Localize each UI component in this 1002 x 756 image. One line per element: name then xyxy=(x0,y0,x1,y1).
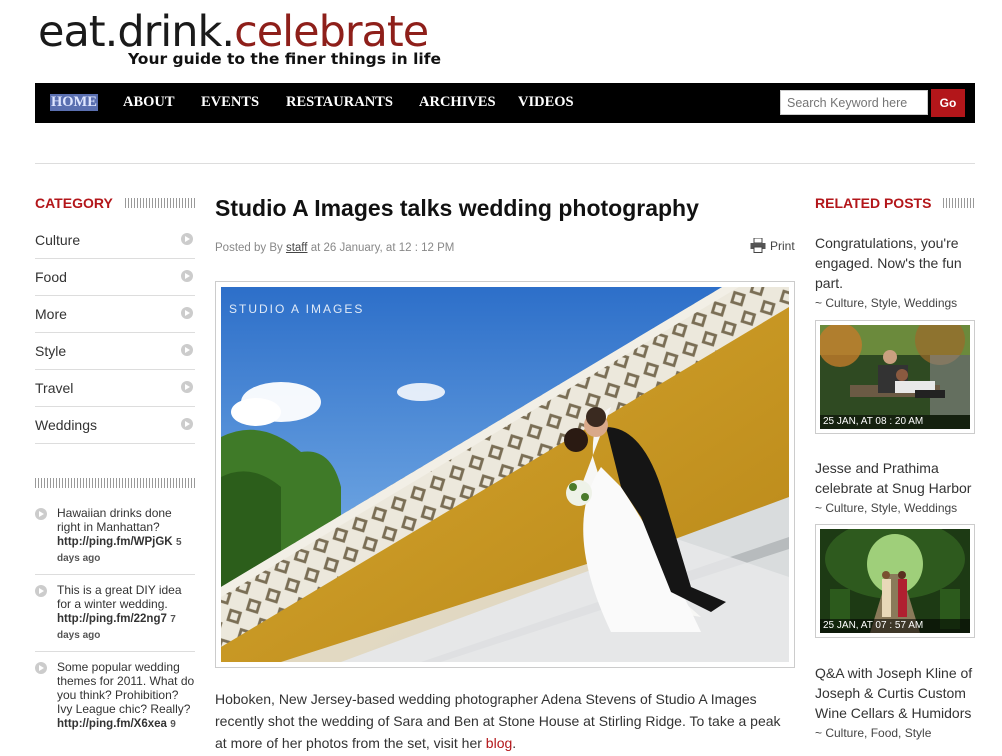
related-post-item: Q&A with Joseph Kline of Joseph & Curtis… xyxy=(815,663,977,743)
related-post-categories: ~ Culture, Style, Weddings xyxy=(815,296,958,310)
tweet-item: Some popular wedding themes for 2011. Wh… xyxy=(35,660,195,740)
category-item-style[interactable]: Style xyxy=(35,333,195,370)
thumbnail-date: 25 JAN, AT 08 : 20 AM xyxy=(820,415,970,429)
post-meta: Posted by By staff at 26 January, at 12 … xyxy=(215,242,454,254)
tweet-item: Hawaiian drinks done right in Manhattan?… xyxy=(35,506,195,575)
nav-archives[interactable]: ARCHIVES xyxy=(419,94,496,111)
site-tagline: Your guide to the finer things in life xyxy=(128,50,441,68)
category-item-culture[interactable]: Culture xyxy=(35,222,195,259)
tweets-hatch xyxy=(35,478,195,488)
related-post-item: Jesse and Prathima celebrate at Snug Har… xyxy=(815,458,977,518)
related-post-thumbnail[interactable]: 25 JAN, AT 07 : 57 AM xyxy=(815,524,975,638)
related-post-thumbnail[interactable]: 25 JAN, AT 08 : 20 AM xyxy=(815,320,975,434)
twitter-feed: Hawaiian drinks done right in Manhattan?… xyxy=(35,506,195,748)
search-go-button[interactable]: Go xyxy=(931,89,965,117)
tweet-link[interactable]: http://ping.fm/X6xea xyxy=(57,718,167,730)
related-post-item: Congratulations, you're engaged. Now's t… xyxy=(815,233,977,313)
nav-restaurants[interactable]: RESTAURANTS xyxy=(286,94,393,111)
category-label: More xyxy=(35,306,67,322)
print-button[interactable]: Print xyxy=(750,237,795,256)
main-nav: HOME ABOUT EVENTS RESTAURANTS ARCHIVES V… xyxy=(35,83,975,123)
category-item-more[interactable]: More xyxy=(35,296,195,333)
arrow-bullet-icon xyxy=(181,270,193,282)
category-label: Travel xyxy=(35,380,74,396)
printer-icon xyxy=(750,237,766,256)
tweet-text: Some popular wedding themes for 2011. Wh… xyxy=(57,660,195,716)
tweet-age-number: 5 xyxy=(175,537,182,548)
arrow-bullet-icon xyxy=(181,381,193,393)
related-post-categories: ~ Culture, Style, Weddings xyxy=(815,501,958,515)
site-logo[interactable]: eat.drink.celebrate Your guide to the fi… xyxy=(38,8,441,68)
tweet-age-number: 9 xyxy=(170,719,176,730)
arrow-bullet-icon xyxy=(181,233,193,245)
category-list: Culture Food More Style Travel Weddings xyxy=(35,222,195,444)
nav-home[interactable]: HOME xyxy=(50,94,98,111)
garden-couple-photo xyxy=(820,529,970,633)
photo-watermark: STUDIO A IMAGES xyxy=(229,302,364,316)
related-post-title[interactable]: Q&A with Joseph Kline of Joseph & Curtis… xyxy=(815,663,977,723)
post-meta-prefix: Posted by By xyxy=(215,242,283,254)
category-heading: CATEGORY xyxy=(35,195,113,211)
arrow-bullet-icon xyxy=(35,508,47,520)
tweet-age-unit: days ago xyxy=(57,553,101,564)
header-divider xyxy=(35,163,975,164)
category-item-food[interactable]: Food xyxy=(35,259,195,296)
arrow-bullet-icon xyxy=(35,662,47,674)
arrow-bullet-icon xyxy=(181,418,193,430)
post-author-link[interactable]: staff xyxy=(286,242,308,254)
tweet-text: This is a great DIY idea for a winter we… xyxy=(57,583,182,611)
category-item-weddings[interactable]: Weddings xyxy=(35,407,195,444)
tweet-age-unit: days ago xyxy=(57,630,101,641)
search-input[interactable] xyxy=(780,90,928,115)
tweet-age-number: 7 xyxy=(170,614,176,625)
related-post-title[interactable]: Jesse and Prathima celebrate at Snug Har… xyxy=(815,458,977,498)
arrow-bullet-icon xyxy=(181,307,193,319)
tweet-link[interactable]: http://ping.fm/WPjGK xyxy=(57,536,173,548)
thumbnail-date: 25 JAN, AT 07 : 57 AM xyxy=(820,619,970,633)
nav-videos[interactable]: VIDEOS xyxy=(518,94,574,111)
nav-events[interactable]: EVENTS xyxy=(201,94,259,111)
category-label: Style xyxy=(35,343,67,359)
tweet-item: This is a great DIY idea for a winter we… xyxy=(35,583,195,652)
post-date: at 26 January, at 12 : 12 PM xyxy=(310,242,455,254)
blog-link[interactable]: blog xyxy=(486,735,512,751)
tweet-link[interactable]: http://ping.fm/22ng7 xyxy=(57,613,167,625)
category-item-travel[interactable]: Travel xyxy=(35,370,195,407)
heading-hatch xyxy=(125,198,195,208)
post-title[interactable]: Studio A Images talks wedding photograph… xyxy=(215,195,699,222)
nav-about[interactable]: ABOUT xyxy=(123,94,175,111)
post-photo: STUDIO A IMAGES xyxy=(215,281,795,668)
wedding-couple-photo: STUDIO A IMAGES xyxy=(221,287,789,662)
post-body-end: . xyxy=(512,735,517,751)
category-label: Weddings xyxy=(35,417,98,433)
tweet-text: Hawaiian drinks done right in Manhattan? xyxy=(57,506,172,534)
related-posts-heading: RELATED POSTS xyxy=(815,195,932,211)
print-label: Print xyxy=(770,239,795,254)
post-body: Hoboken, New Jersey-based wedding photog… xyxy=(215,688,795,754)
category-label: Food xyxy=(35,269,67,285)
heading-hatch xyxy=(943,198,975,208)
category-label: Culture xyxy=(35,232,81,248)
related-post-categories: ~ Culture, Food, Style xyxy=(815,726,932,740)
engaged-couple-photo xyxy=(820,325,970,429)
arrow-bullet-icon xyxy=(181,344,193,356)
arrow-bullet-icon xyxy=(35,585,47,597)
related-post-title[interactable]: Congratulations, you're engaged. Now's t… xyxy=(815,233,977,293)
